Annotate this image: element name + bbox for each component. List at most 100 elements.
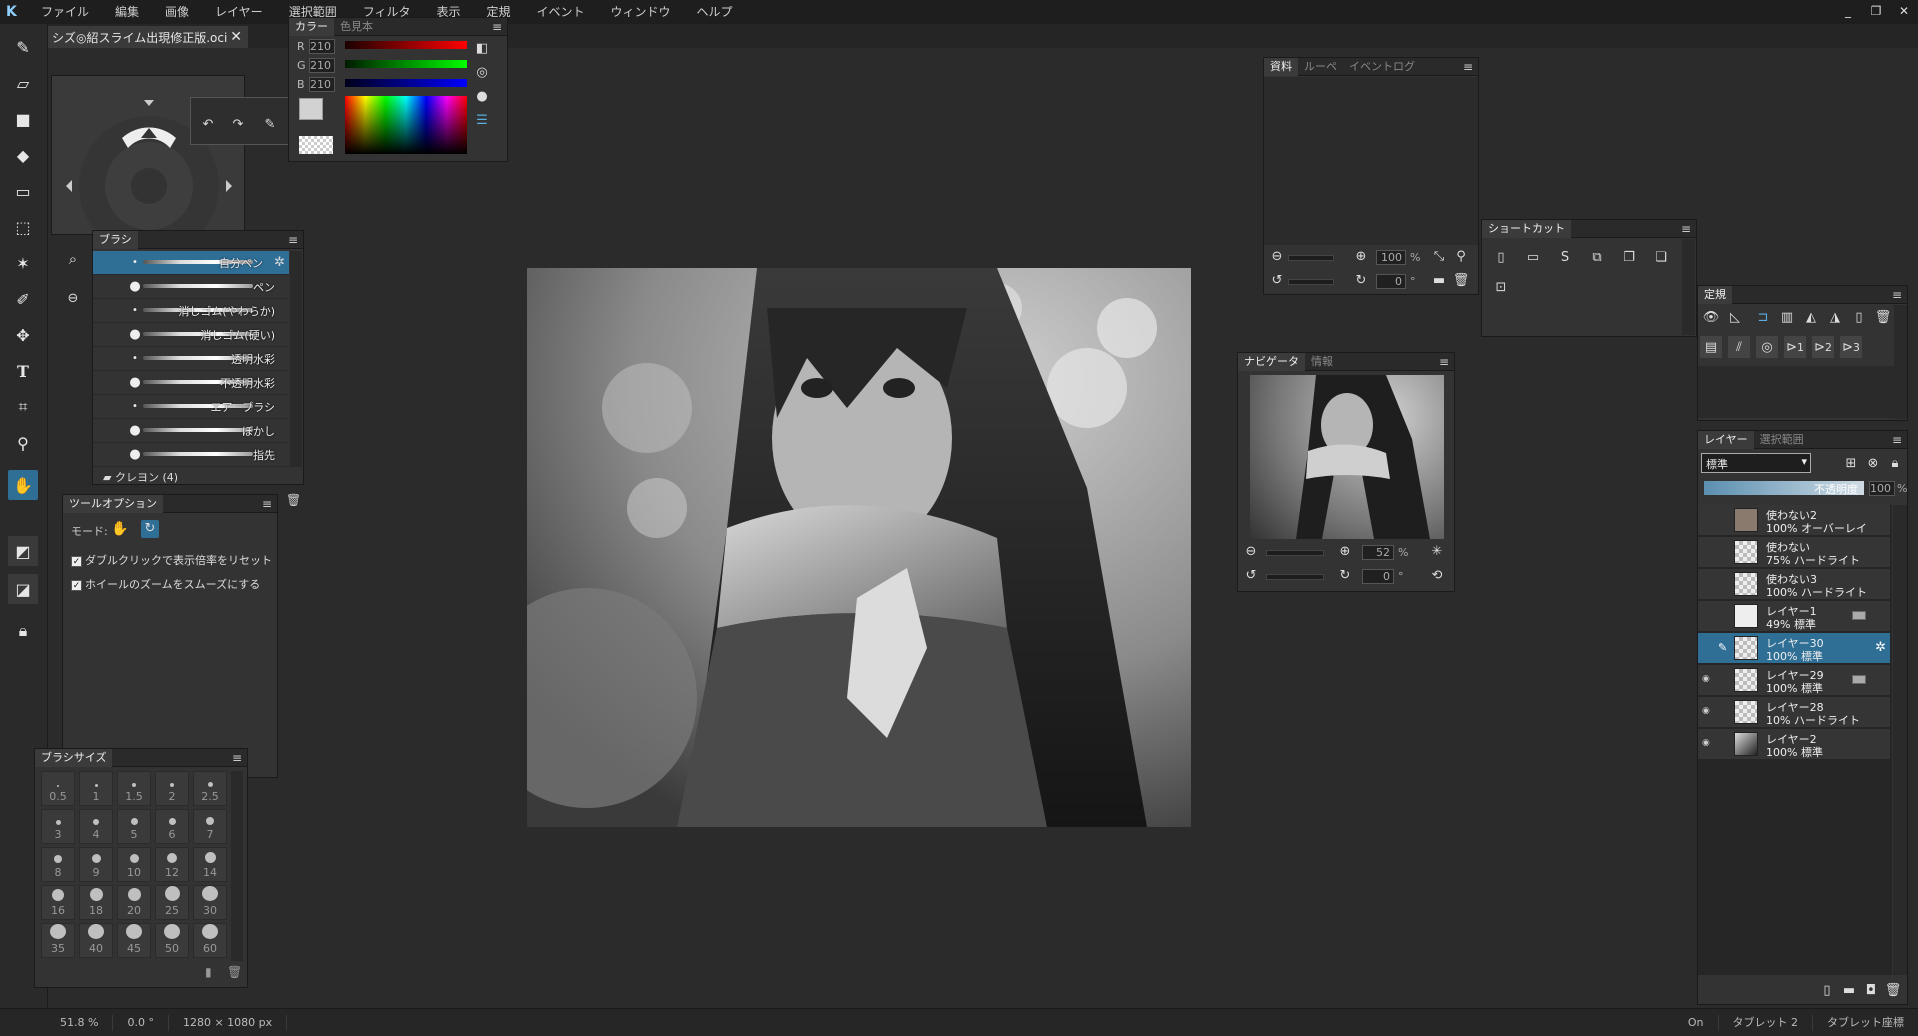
layer-mask-add-icon[interactable]: ◘ (1860, 979, 1882, 1001)
lock-icon[interactable]: 🔒︎ (8, 616, 38, 646)
opacity-slider[interactable]: 不透明度 (1704, 481, 1864, 496)
brush-size-scrollbar[interactable] (231, 771, 243, 961)
layer-row[interactable]: レイヤー1 49% 標準 (1698, 601, 1890, 632)
layer-scrollbar[interactable] (1893, 505, 1907, 975)
brush-size-cell[interactable]: 2 (155, 771, 189, 806)
ruler-delete-icon[interactable]: 🗑︎ (1872, 306, 1894, 328)
ruler-perspective1-icon[interactable]: ▥ (1776, 306, 1798, 328)
pen-tool-icon[interactable]: ✎ (8, 32, 38, 62)
rotate-left-icon[interactable]: ↺ (1268, 272, 1286, 290)
brush-size-cell[interactable]: 2.5 (193, 771, 227, 806)
new-file-icon[interactable]: ▯ (1490, 246, 1512, 268)
rotate-right-icon[interactable]: ↻ (1336, 567, 1354, 585)
rotate-mode-icon[interactable]: ↻ (141, 520, 159, 538)
panel-menu-icon[interactable]: ≡ (1458, 60, 1478, 74)
layer-row[interactable]: ◉ レイヤー29 100% 標準 (1698, 665, 1890, 696)
brush-size-cell[interactable]: 14 (193, 847, 227, 882)
brush-item[interactable]: ● ペン (93, 275, 289, 299)
brush-size-cell[interactable]: 7 (193, 809, 227, 844)
ruler-parallel-icon[interactable]: ▤ (1700, 336, 1722, 358)
brush-size-cell[interactable]: 9 (79, 847, 113, 882)
close-window-button[interactable]: ✕ (1890, 0, 1918, 24)
trash-icon[interactable]: 🗑︎ (1452, 272, 1470, 290)
option-reset-zoom[interactable]: ✓ ダブルクリックで表示倍率をリセット (71, 552, 272, 568)
brush-list-scrollbar[interactable] (290, 251, 302, 467)
tab-info[interactable]: 情報 (1305, 353, 1339, 371)
open-folder-icon[interactable]: ▬ (1430, 272, 1448, 290)
brush-size-cell[interactable]: 8 (41, 847, 75, 882)
panel-menu-icon[interactable]: ≡ (257, 497, 277, 511)
ruler-vp2-icon[interactable]: ⊳ 2 (1812, 336, 1834, 358)
visibility-icon[interactable]: ◉ (1702, 674, 1712, 684)
undo-icon[interactable]: ↶ (199, 116, 217, 134)
brush-size-cell[interactable]: 5 (117, 809, 151, 844)
rotate-left-icon[interactable]: ↺ (1242, 567, 1260, 585)
color-spectrum[interactable] (345, 96, 467, 154)
ruler-vp1-icon[interactable]: ⊳ 1 (1784, 336, 1806, 358)
brush-size-cell[interactable]: 1.5 (117, 771, 151, 806)
menu-image[interactable]: 画像 (152, 0, 202, 24)
brush-size-add-icon[interactable]: ▮ (205, 965, 212, 979)
tab-layer[interactable]: レイヤー (1698, 430, 1754, 449)
ruler-scrollbar[interactable] (1894, 305, 1907, 419)
fit-icon[interactable]: ⤡ (1430, 248, 1448, 266)
color-mode-wheel-icon[interactable]: ◎ (473, 64, 491, 82)
select-rect-tool-icon[interactable]: ⬚ (8, 212, 38, 242)
panel-menu-icon[interactable]: ≡ (227, 751, 247, 765)
zoom-fit-icon[interactable]: ⌕ (64, 250, 82, 268)
restore-button[interactable]: ❐ (1862, 0, 1890, 24)
paste-icon[interactable]: ❏ (1650, 246, 1672, 268)
brush-size-cell[interactable]: 40 (79, 923, 113, 958)
r-value-field[interactable]: 210 (309, 39, 335, 54)
blend-mode-select[interactable]: 標準 ▾ (1701, 453, 1811, 473)
menu-event[interactable]: イベント (524, 0, 598, 24)
layer-row[interactable]: ◉ レイヤー28 10% ハードライト (1698, 697, 1890, 728)
brush-size-cell[interactable]: 45 (117, 923, 151, 958)
tab-loupe[interactable]: ルーペ (1298, 58, 1343, 76)
brush-size-cell[interactable]: 30 (193, 885, 227, 920)
layer-row[interactable]: ◉ レイヤー2 100% 標準 (1698, 729, 1890, 760)
delete-layer-icon[interactable]: 🗑︎ (1882, 979, 1904, 1001)
opacity-field[interactable]: 100 (1869, 481, 1895, 496)
panel-menu-icon[interactable]: ≡ (283, 233, 303, 247)
panel-menu-icon[interactable]: ≡ (1434, 355, 1454, 369)
brush-size-cell[interactable]: 60 (193, 923, 227, 958)
material-angle-field[interactable]: 0 (1376, 274, 1406, 289)
brush-settings-gear-icon[interactable]: ✲ (274, 255, 285, 270)
brush-size-cell[interactable]: 3 (41, 809, 75, 844)
zoom-in-icon[interactable]: ⊕ (1336, 543, 1354, 561)
tab-selection[interactable]: 選択範囲 (1754, 431, 1810, 449)
brush-item[interactable]: • エアーブラシ (93, 395, 289, 419)
menu-file[interactable]: ファイル (28, 0, 102, 24)
tab-event-log[interactable]: イベントログ (1343, 58, 1421, 76)
g-slider[interactable] (345, 60, 467, 68)
material-zoom-slider[interactable] (1288, 255, 1334, 261)
rectangle-tool-icon[interactable]: ■ (8, 104, 38, 134)
color-fg-icon[interactable]: ◩ (8, 536, 38, 566)
layer-settings-gear-icon[interactable]: ✲ (1875, 640, 1886, 655)
b-value-field[interactable]: 210 (309, 77, 335, 92)
color-bg-icon[interactable]: ◪ (8, 574, 38, 604)
panel-menu-icon[interactable]: ≡ (1676, 222, 1696, 236)
brush-item[interactable]: ● 消しゴム(硬い) (93, 323, 289, 347)
panel-menu-icon[interactable]: ≡ (1887, 433, 1907, 447)
layer-lock-icon[interactable]: 🔒︎ (1884, 452, 1906, 474)
new-folder-icon[interactable]: ▬ (1838, 979, 1860, 1001)
brush-size-cell[interactable]: 16 (41, 885, 75, 920)
menu-window[interactable]: ウィンドウ (598, 0, 684, 24)
material-rotate-slider[interactable] (1288, 279, 1334, 285)
brush-size-cell[interactable]: 25 (155, 885, 189, 920)
hand-tool-icon[interactable]: ✋ (8, 470, 38, 500)
material-zoom-field[interactable]: 100 (1376, 250, 1406, 265)
gradient-tool-icon[interactable]: ▭ (8, 176, 38, 206)
ruler-snap-icon[interactable]: ⊐ (1752, 306, 1774, 328)
brush-size-cell[interactable]: 20 (117, 885, 151, 920)
brush-item[interactable]: • 透明水彩 (93, 347, 289, 371)
layer-copy-icon[interactable]: ⊞ (1840, 452, 1862, 474)
eraser-tool-icon[interactable]: ▱ (8, 68, 38, 98)
brush-folder[interactable]: ▰ クレヨン (4) (103, 469, 178, 485)
text-tool-icon[interactable]: T (8, 356, 38, 386)
close-tab-icon[interactable]: ✕ (230, 29, 242, 45)
selection-pen-tool-icon[interactable]: ✐ (8, 284, 38, 314)
r-slider[interactable] (345, 41, 467, 49)
